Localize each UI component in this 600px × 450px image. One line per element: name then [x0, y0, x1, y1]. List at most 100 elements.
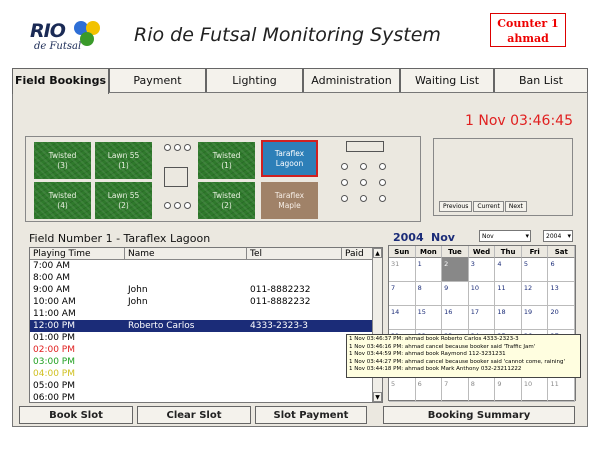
calendar-day[interactable]: 13 [548, 282, 576, 306]
calendar-day[interactable]: 14 [389, 306, 416, 330]
seat-icon [360, 163, 367, 170]
calendar-day[interactable]: 16 [442, 306, 469, 330]
calendar-day[interactable]: 15 [415, 306, 443, 330]
court-twisted-2[interactable]: Twisted (2) [198, 182, 255, 219]
year-select[interactable]: 2004 [543, 230, 573, 242]
booking-row[interactable]: 8:00 AM [30, 272, 374, 284]
booking-summary-button[interactable]: Booking Summary [383, 406, 575, 424]
calendar-day[interactable]: 31 [389, 258, 416, 282]
slot-payment-button[interactable]: Slot Payment [255, 406, 367, 424]
booking-row[interactable]: 11:00 AM [30, 308, 374, 320]
calendar-day[interactable]: 2 [442, 258, 469, 282]
calendar-day[interactable]: 4 [495, 258, 522, 282]
tab-payment[interactable]: Payment [109, 68, 206, 92]
booking-row[interactable]: 7:00 AM [30, 260, 374, 272]
calendar-day[interactable]: 8 [415, 282, 443, 306]
court-taraflex-lagoon[interactable]: Taraflex Lagoon [261, 140, 318, 177]
booking-row[interactable]: 10:00 AM John 011-8882232 [30, 296, 374, 308]
column-tel[interactable]: Tel [247, 248, 342, 260]
booking-row[interactable]: 06:00 PM [30, 392, 374, 402]
tab-ban-list[interactable]: Ban List [494, 68, 588, 92]
booking-row[interactable]: 9:00 AM John 011-8882232 [30, 284, 374, 296]
bookings-list[interactable]: Playing Time Name Tel Paid 7:00 AM 8:00 A… [29, 247, 383, 403]
calendar-day[interactable]: 7 [442, 378, 469, 402]
calendar-day[interactable]: 11 [495, 282, 522, 306]
booking-row[interactable]: 02:00 PM [30, 344, 374, 356]
scroll-down-arrow-icon[interactable]: ▼ [373, 392, 382, 402]
booking-time: 12:00 PM [33, 321, 75, 331]
counter-badge: Counter 1 ahmad [490, 13, 566, 47]
booking-row[interactable]: 03:00 PM [30, 356, 374, 368]
clear-slot-button[interactable]: Clear Slot [137, 406, 251, 424]
tab-field-bookings[interactable]: Field Bookings [12, 68, 109, 94]
court-number: Lagoon [275, 158, 304, 168]
calendar-day[interactable]: 20 [548, 306, 576, 330]
counter-label: Counter 1 [497, 17, 559, 30]
app-window: RIO de Futsal Rio de Futsal Monitoring S… [0, 0, 600, 450]
list-scrollbar[interactable]: ▲ ▼ [372, 248, 382, 402]
logo-text: RIO [30, 20, 66, 42]
column-playing-time[interactable]: Playing Time [30, 248, 125, 260]
log-entry: 1 Nov 03:46:16 PM: ahmad cancel because … [349, 343, 536, 350]
book-slot-button[interactable]: Book Slot [19, 406, 133, 424]
court-lawn55-1[interactable]: Lawn 55 (1) [95, 142, 152, 179]
booking-time: 8:00 AM [33, 273, 70, 283]
booking-row[interactable]: 12:00 PM Roberto Carlos 4333-2323-3 [30, 320, 374, 332]
court-number: (1) [118, 160, 129, 170]
tab-lighting[interactable]: Lighting [206, 68, 303, 92]
calendar-day[interactable]: 8 [468, 378, 496, 402]
preview-tab-current[interactable]: Current [473, 201, 504, 212]
weekday-label: Sun [389, 246, 416, 258]
calendar-day[interactable]: 9 [495, 378, 522, 402]
seat-icon [164, 144, 171, 151]
scroll-up-arrow-icon[interactable]: ▲ [373, 248, 382, 258]
calendar-day[interactable]: 11 [548, 378, 576, 402]
booking-time: 04:00 PM [33, 369, 75, 379]
booking-name: John [128, 297, 148, 307]
column-name[interactable]: Name [125, 248, 247, 260]
court-name: Lawn 55 [107, 150, 140, 160]
court-twisted-4[interactable]: Twisted (4) [34, 182, 91, 219]
court-twisted-1[interactable]: Twisted (1) [198, 142, 255, 179]
calendar-day[interactable]: 3 [468, 258, 496, 282]
booking-row[interactable]: 01:00 PM [30, 332, 374, 344]
seat-icon [341, 195, 348, 202]
court-taraflex-maple[interactable]: Taraflex Maple [261, 182, 318, 219]
booking-row[interactable]: 05:00 PM [30, 380, 374, 392]
court-lawn55-2[interactable]: Lawn 55 (2) [95, 182, 152, 219]
month-select[interactable]: Nov [479, 230, 531, 242]
seat-icon [379, 195, 386, 202]
calendar-day[interactable]: 9 [442, 282, 469, 306]
weekday-label: Tue [442, 246, 469, 258]
calendar-day[interactable]: 10 [521, 378, 549, 402]
calendar-weekday-header: Sun Mon Tue Wed Thu Fri Sat [389, 246, 576, 258]
booking-time: 9:00 AM [33, 285, 70, 295]
calendar-day[interactable]: 5 [521, 258, 549, 282]
tab-waiting-list[interactable]: Waiting List [400, 68, 494, 92]
seat-icon [341, 163, 348, 170]
calendar-day[interactable]: 6 [548, 258, 576, 282]
column-paid[interactable]: Paid [342, 248, 374, 260]
court-twisted-3[interactable]: Twisted (3) [34, 142, 91, 179]
field-title: Field Number 1 - Taraflex Lagoon [29, 232, 211, 245]
booking-time: 03:00 PM [33, 357, 75, 367]
court-number: (2) [221, 200, 232, 210]
calendar-month: Nov [431, 231, 455, 244]
preview-tab-previous[interactable]: Previous [439, 201, 473, 212]
calendar-day[interactable]: 17 [468, 306, 496, 330]
booking-row[interactable]: 04:00 PM [30, 368, 374, 380]
calendar-day[interactable]: 18 [495, 306, 522, 330]
calendar-day[interactable]: 6 [415, 378, 443, 402]
calendar-week: 5 6 7 8 9 10 11 [389, 378, 576, 402]
weekday-label: Wed [468, 246, 496, 258]
calendar-days: 3112345678910111213141516171819202122232… [389, 258, 576, 402]
tab-administration[interactable]: Administration [303, 68, 400, 92]
calendar-day[interactable]: 12 [521, 282, 549, 306]
calendar-day[interactable]: 10 [468, 282, 496, 306]
calendar-day[interactable]: 5 [389, 378, 416, 402]
calendar-day[interactable]: 7 [389, 282, 416, 306]
calendar-day[interactable]: 1 [415, 258, 443, 282]
preview-tab-next[interactable]: Next [504, 201, 527, 212]
seat-icon [174, 202, 181, 209]
calendar-day[interactable]: 19 [521, 306, 549, 330]
